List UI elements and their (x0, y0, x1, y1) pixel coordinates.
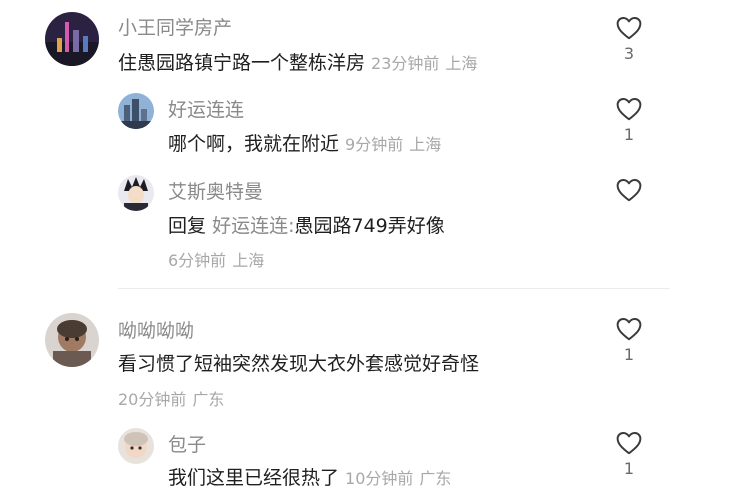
comment-username[interactable]: 小王同学房产 (118, 13, 232, 40)
comment-time: 20分钟前 (118, 390, 187, 409)
like-count: 1 (623, 345, 635, 364)
comment-text: 回复 好运连连:愚园路749弄好像 (168, 211, 445, 238)
thread-divider (118, 288, 670, 289)
comment-content: 看习惯了短袖突然发现大衣外套感觉好奇怪 (118, 353, 480, 375)
avatar[interactable] (118, 175, 154, 211)
comment-content: 住愚园路镇宁路一个整栋洋房 (118, 52, 366, 74)
reply-prefix: 回复 (168, 215, 207, 237)
comment-meta: 6分钟前 上海 (168, 247, 264, 271)
like-button[interactable]: 1 (613, 431, 645, 478)
comment-username[interactable]: 包子 (168, 430, 206, 457)
comment-time: 6分钟前 (168, 251, 227, 270)
comment-content: 愚园路749弄好像 (294, 215, 445, 237)
comment-location: 上海 (409, 135, 442, 154)
like-button[interactable] (613, 178, 645, 202)
comment-location: 上海 (445, 54, 478, 73)
comment-text: 住愚园路镇宁路一个整栋洋房 23分钟前 上海 (118, 48, 477, 75)
avatar[interactable] (118, 428, 154, 464)
heart-icon (616, 17, 642, 40)
like-button[interactable]: 1 (613, 97, 645, 144)
like-count: 1 (623, 459, 635, 478)
comment-location: 上海 (232, 251, 265, 270)
avatar[interactable] (45, 12, 99, 66)
comment-content: 我们这里已经很热了 (168, 467, 340, 489)
heart-icon (616, 432, 642, 455)
like-count: 3 (623, 44, 635, 63)
heart-icon (616, 179, 642, 202)
avatar[interactable] (118, 93, 154, 129)
comment-text: 我们这里已经很热了 10分钟前 广东 (168, 463, 451, 490)
comment-content: 哪个啊，我就在附近 (168, 133, 340, 155)
like-button[interactable]: 3 (613, 16, 645, 63)
comment-time: 9分钟前 (345, 135, 404, 154)
avatar[interactable] (45, 313, 99, 367)
comment-time: 23分钟前 (371, 54, 440, 73)
comment-location: 广东 (192, 390, 225, 409)
comment-text: 哪个啊，我就在附近 9分钟前 上海 (168, 129, 441, 156)
heart-icon (616, 318, 642, 341)
heart-icon (616, 98, 642, 121)
like-count: 1 (623, 125, 635, 144)
reply-target-username[interactable]: 好运连连: (212, 215, 294, 237)
like-button[interactable]: 1 (613, 317, 645, 364)
comment-meta: 20分钟前 广东 (118, 386, 224, 410)
comment-username[interactable]: 好运连连 (168, 95, 244, 122)
comment-location: 广东 (419, 469, 452, 488)
comment-text: 看习惯了短袖突然发现大衣外套感觉好奇怪 (118, 349, 479, 376)
comment-username[interactable]: 艾斯奥特曼 (168, 177, 263, 204)
comment-time: 10分钟前 (345, 469, 414, 488)
comment-username[interactable]: 呦呦呦呦 (118, 316, 194, 343)
